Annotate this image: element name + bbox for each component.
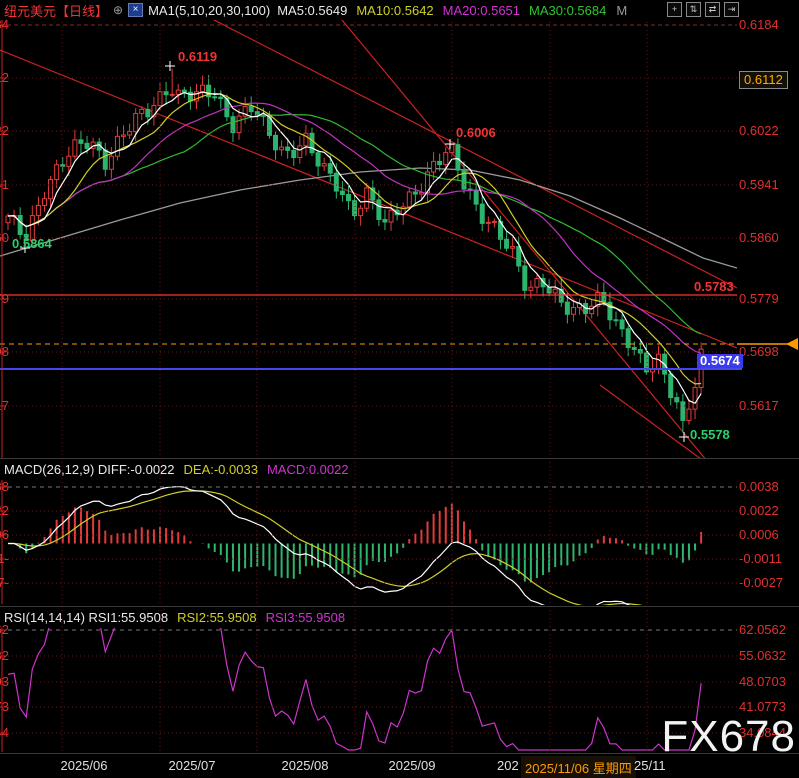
goto-latest-icon[interactable]: ⇥: [724, 2, 739, 17]
pan-icon[interactable]: +: [667, 2, 682, 17]
price-axis-label-left: 0.5941: [0, 178, 9, 192]
price-axis-label: 0.5941: [739, 178, 779, 192]
watermark: FX678: [661, 712, 796, 762]
price-axis-label-left: 0.5698: [0, 345, 9, 359]
price-annotation: 0.6119: [178, 50, 217, 64]
rsi3-value: RSI3:55.9508: [266, 610, 346, 625]
macd-axis-label-left: 0.0038: [0, 480, 9, 494]
rsi-header: RSI(14,14,14) RSI1:55.9508 RSI2:55.9508 RS…: [4, 610, 345, 625]
x-axis-clipped-label: 202: [497, 758, 519, 773]
ma20-value: MA20:0.5651: [443, 3, 520, 18]
macd-axis-label: -0.0011: [739, 552, 782, 566]
macd-axis-label-left: 0.0006: [0, 528, 9, 542]
price-axis-label-left: 0.5779: [0, 292, 9, 306]
rsi-axis-label: 55.0632: [739, 649, 786, 663]
rsi-axis-label-left: 34.0844: [0, 726, 9, 740]
macd-header: MACD(26,12,9) DIFF:-0.0022 DEA:-0.0033 MAC…: [4, 462, 349, 477]
price-axis-label-left: 0.6022: [0, 124, 9, 138]
chart-type-icon[interactable]: ×: [128, 3, 143, 17]
macd-diff-value: MACD(26,12,9) DIFF:-0.0022: [4, 462, 175, 477]
ma5-value: MA5:0.5649: [277, 3, 347, 18]
price-axis-label: 0.5860: [739, 231, 779, 245]
chart-app: 纽元美元【日线】 ⊕ × MA1(5,10,20,30,100) MA5:0.5…: [0, 0, 799, 778]
rsi-axis-label-left: 41.0773: [0, 700, 9, 714]
instrument-title: 纽元美元【日线】: [4, 1, 108, 20]
crosshair-date-label: 2025/11/06 星期四: [521, 756, 636, 778]
macd-axis-label: 0.0006: [739, 528, 779, 542]
price-axis-label-left: 0.6112: [0, 71, 9, 85]
price-annotation: 0.6006: [456, 126, 496, 140]
support-level-label: 0.5674: [697, 354, 743, 368]
price-annotation: 0.5864: [12, 237, 52, 251]
macd-axis-label-left: -0.0011: [0, 552, 9, 566]
rsi2-value: RSI2:55.9508: [177, 610, 257, 625]
price-axis-label-left: 0.5860: [0, 231, 9, 245]
ma30-value: MA30:0.5684: [529, 3, 606, 18]
macd-axis-label: 0.0022: [739, 504, 779, 518]
x-axis-month-label: 2025/08: [282, 758, 329, 773]
price-annotation: 0.5783: [694, 280, 734, 294]
add-indicator-icon[interactable]: ⊕: [113, 3, 123, 17]
ma10-value: MA10:0.5642: [356, 3, 433, 18]
rsi-axis-label: 48.0703: [739, 675, 786, 689]
macd-macd-value: MACD:0.0022: [267, 462, 349, 477]
price-axis-label: 0.5779: [739, 292, 779, 306]
x-axis-month-label: 2025/06: [61, 758, 108, 773]
price-axis-label-left: 0.5617: [0, 399, 9, 413]
chart-canvas[interactable]: [0, 0, 799, 778]
macd-panel[interactable]: [8, 487, 701, 626]
macd-axis-label-left: -0.0027: [0, 576, 9, 590]
macd-axis-label: -0.0027: [739, 576, 783, 590]
x-axis-month-label: 2025/09: [389, 758, 436, 773]
rsi-axis-label: 62.0562: [739, 623, 786, 637]
scale-y-axis-icon[interactable]: ⇅: [686, 2, 701, 17]
ma-settings-label: MA1(5,10,20,30,100): [148, 3, 270, 18]
price-axis-label-left: 0.6184: [0, 18, 9, 32]
rsi-axis-label-left: 48.0703: [0, 675, 9, 689]
x-axis-month-label: 2025/07: [169, 758, 216, 773]
price-axis-label: 0.6022: [739, 124, 779, 138]
macd-dea-value: DEA:-0.0033: [184, 462, 258, 477]
scale-x-axis-icon[interactable]: ⇄: [705, 2, 720, 17]
price-axis-label: 0.6184: [739, 18, 779, 32]
macd-axis-label: 0.0038: [739, 480, 779, 494]
chart-toolbar: + ⇅ ⇄ ⇥: [667, 2, 739, 17]
price-axis-label: 0.5617: [739, 399, 779, 413]
macd-axis-label-left: 0.0022: [0, 504, 9, 518]
rsi1-value: RSI(14,14,14) RSI1:55.9508: [4, 610, 168, 625]
main-panel[interactable]: [0, 20, 737, 470]
rsi-axis-label-left: 55.0632: [0, 649, 9, 663]
price-axis-label: 0.5698: [739, 345, 779, 359]
crosshair-price-label: 0.6112: [739, 71, 788, 89]
rsi-axis-label-left: 62.0562: [0, 623, 9, 637]
price-annotation: 0.5578: [690, 428, 730, 442]
period-indicator: M: [616, 3, 627, 18]
